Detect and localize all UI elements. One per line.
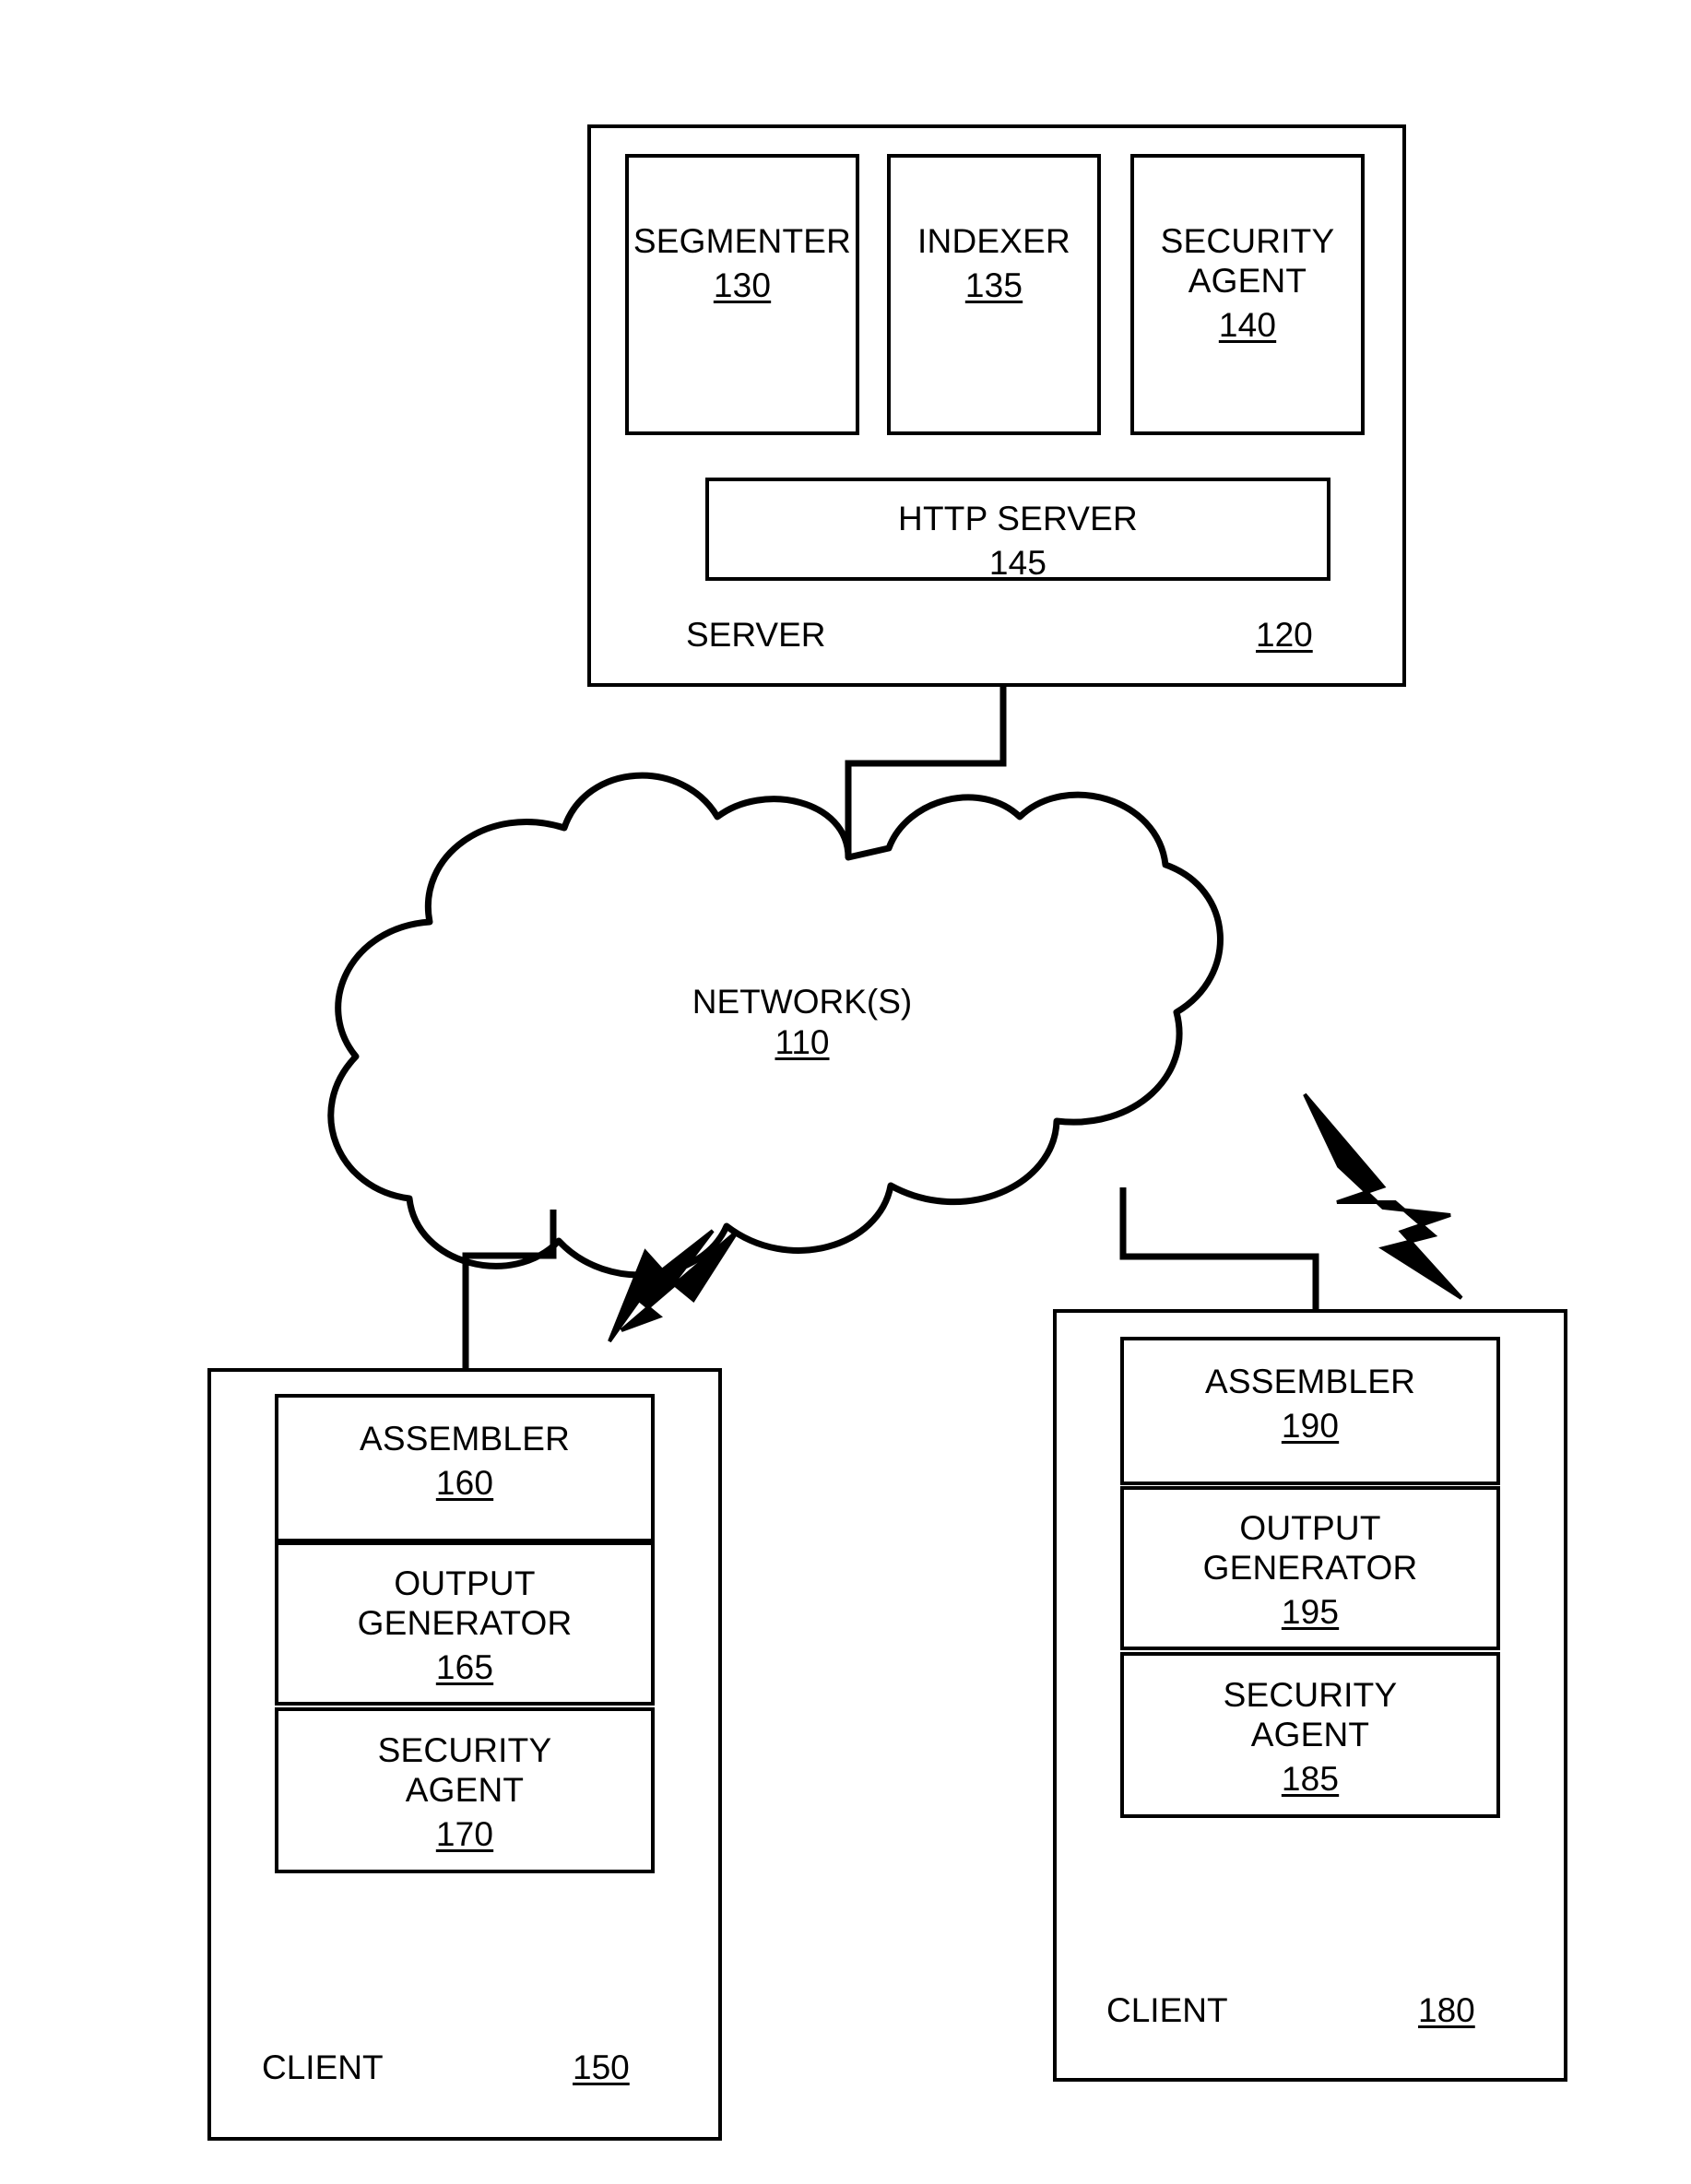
- module-security-agent-140-label-line2: AGENT: [1188, 262, 1307, 300]
- module-segmenter: SEGMENTER 130: [625, 154, 859, 435]
- client-180-module-output-generator: OUTPUT GENERATOR 195: [1120, 1486, 1500, 1650]
- client-180-module-assembler-reference: 190: [1281, 1407, 1340, 1445]
- module-http-server-label: HTTP SERVER: [898, 500, 1138, 537]
- network-label-group: NETWORK(S) 110: [609, 982, 996, 1062]
- network-reference-numeral: 110: [775, 1022, 830, 1061]
- client-150-module-assembler-label: ASSEMBLER: [360, 1420, 570, 1458]
- client-150-module-security-agent-label-line2: AGENT: [405, 1771, 525, 1809]
- module-security-agent-140: SECURITY AGENT 140: [1130, 154, 1365, 435]
- client-150-module-security-agent-reference: 170: [435, 1815, 494, 1853]
- client-150-footer-label: CLIENT: [262, 2048, 384, 2086]
- client-150-module-output-generator: OUTPUT GENERATOR 165: [275, 1541, 655, 1706]
- client-150-module-assembler-reference: 160: [435, 1464, 494, 1502]
- client-180-module-output-generator-label-line1: OUTPUT: [1239, 1509, 1381, 1547]
- module-indexer: INDEXER 135: [887, 154, 1101, 435]
- server-footer-label: SERVER: [686, 616, 826, 654]
- server-reference-numeral: 120: [1256, 616, 1313, 654]
- client-150-module-output-generator-reference: 165: [435, 1648, 494, 1686]
- module-security-agent-140-label-line1: SECURITY: [1160, 222, 1335, 260]
- client-150-module-security-agent: SECURITY AGENT 170: [275, 1707, 655, 1873]
- module-segmenter-reference: 130: [713, 266, 772, 304]
- module-http-server-reference: 145: [988, 544, 1047, 582]
- patent-figure: SEGMENTER 130 INDEXER 135 SECURITY AGENT…: [0, 0, 1691, 2184]
- module-indexer-label: INDEXER: [917, 222, 1070, 260]
- module-segmenter-label: SEGMENTER: [633, 222, 852, 260]
- module-indexer-reference: 135: [964, 266, 1023, 304]
- client-180-module-security-agent: SECURITY AGENT 185: [1120, 1652, 1500, 1818]
- client-150-module-output-generator-label-line2: GENERATOR: [357, 1604, 573, 1642]
- module-http-server: HTTP SERVER 145: [705, 478, 1330, 582]
- client-150-module-output-generator-label-line1: OUTPUT: [394, 1564, 536, 1602]
- client-180-module-assembler-label: ASSEMBLER: [1205, 1363, 1415, 1400]
- client-180-footer-label: CLIENT: [1106, 1991, 1228, 2029]
- network-label: NETWORK(S): [692, 983, 913, 1021]
- client-180-module-security-agent-reference: 185: [1281, 1760, 1340, 1798]
- client-180-reference-numeral: 180: [1418, 1991, 1475, 2029]
- client-150-reference-numeral: 150: [573, 2048, 630, 2086]
- lightning-bolt-icon-right: [1303, 1092, 1463, 1300]
- client-150-module-assembler: ASSEMBLER 160: [275, 1394, 655, 1542]
- client-180-module-output-generator-label-line2: GENERATOR: [1202, 1549, 1418, 1587]
- client-180-module-security-agent-label-line2: AGENT: [1250, 1716, 1370, 1753]
- module-security-agent-140-reference: 140: [1218, 306, 1277, 344]
- connector-network-to-client-180: [1119, 1187, 1319, 1309]
- client-150-module-security-agent-label-line1: SECURITY: [377, 1731, 552, 1769]
- client-180-module-assembler: ASSEMBLER 190: [1120, 1337, 1500, 1485]
- client-180-module-security-agent-label-line1: SECURITY: [1223, 1676, 1398, 1714]
- client-180-module-output-generator-reference: 195: [1281, 1593, 1340, 1631]
